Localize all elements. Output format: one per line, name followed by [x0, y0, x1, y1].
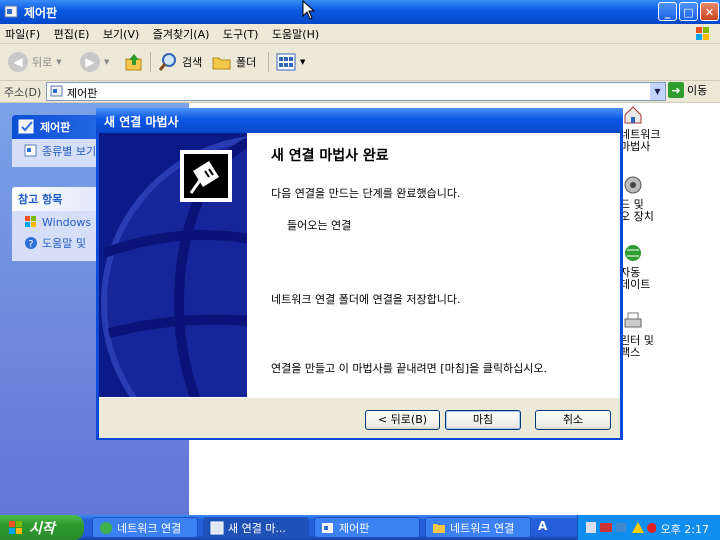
- address-value: 제어판: [67, 87, 98, 100]
- taskbar-item-control-panel[interactable]: 제어판: [314, 517, 420, 538]
- window-titlebar[interactable]: 제어판 _ □ ✕: [0, 0, 720, 24]
- system-tray: 오후 2:17: [577, 515, 720, 540]
- menu-tools[interactable]: 도구(T): [218, 24, 264, 44]
- taskbar-item-new-connection-wizard[interactable]: 새 연결 마...: [203, 517, 309, 538]
- forward-button[interactable]: ▶ ▼: [80, 50, 109, 74]
- dialog-title: 새 연결 마법사: [104, 115, 179, 129]
- wizard-heading: 새 연결 마법사 완료: [271, 148, 389, 164]
- automatic-updates-item[interactable]: 자동 데이트: [620, 242, 650, 291]
- minimize-button[interactable]: _: [658, 2, 677, 21]
- address-label: 주소(D): [4, 86, 42, 99]
- help-icon: ?: [25, 237, 37, 250]
- clock: 오후 2:17: [660, 523, 709, 536]
- language-indicator[interactable]: A: [538, 519, 547, 533]
- windows-update-icon: [25, 216, 36, 227]
- up-folder-icon: [125, 54, 142, 71]
- connection-type-text: 들어오는 연결: [287, 219, 352, 232]
- tray-icons: [586, 522, 656, 533]
- maximize-button[interactable]: □: [679, 2, 698, 21]
- dialog-button-row: < 뒤로(B) 마침 취소: [99, 397, 620, 438]
- taskbar: 시작 네트워크 연결 새 연결 마... 제어판 네트워크 연결 A 오후 2:…: [0, 515, 720, 540]
- dialog-titlebar[interactable]: 새 연결 마법사: [96, 108, 623, 133]
- up-folder-button[interactable]: [124, 50, 144, 74]
- search-icon: [158, 53, 176, 71]
- network-setup-wizard-item[interactable]: 네트워크 마법사: [620, 104, 660, 153]
- toolbar-separator: [150, 52, 151, 72]
- go-arrow-icon: ➜: [668, 82, 684, 98]
- save-location-text: 네트워크 연결 폴더에 연결을 저장합니다.: [271, 293, 461, 306]
- windows-logo-icon: [9, 520, 22, 534]
- views-button[interactable]: ▼: [276, 50, 305, 74]
- control-panel-icon: [322, 522, 333, 533]
- menu-help[interactable]: 도움말(H): [267, 24, 324, 44]
- finish-button[interactable]: 마침: [445, 410, 521, 430]
- svg-text:?: ?: [28, 239, 33, 250]
- mouse-cursor-icon: [302, 0, 316, 20]
- printer-icon: [624, 312, 642, 328]
- taskbar-item-network-connections-2[interactable]: 네트워크 연결: [425, 517, 531, 538]
- control-panel-icon: [18, 119, 34, 134]
- new-connection-wizard-dialog: 새 연결 마법사 새 연결 마법사 완료 다음 연결을 만드는 단계를 완료했습…: [96, 108, 623, 440]
- cancel-button[interactable]: 취소: [535, 410, 611, 430]
- completion-text: 다음 연결을 만드는 단계를 완료했습니다.: [271, 187, 461, 200]
- sounds-and-audio-item[interactable]: 드 및 오 장치: [620, 174, 654, 223]
- search-button[interactable]: 검색: [158, 50, 202, 74]
- window-title: 제어판: [24, 6, 58, 20]
- start-button[interactable]: 시작: [0, 515, 84, 540]
- back-button[interactable]: < 뒤로(B): [365, 410, 440, 430]
- control-panel-icon: [4, 5, 18, 18]
- globe-update-icon: [625, 245, 641, 261]
- views-icon: [276, 53, 296, 71]
- close-button[interactable]: ✕: [700, 2, 719, 21]
- back-button[interactable]: ◀ 뒤로 ▼: [8, 50, 62, 74]
- ime-icon: [586, 522, 596, 533]
- wizard-content: 새 연결 마법사 완료 다음 연결을 만드는 단계를 완료했습니다. 들어오는 …: [247, 133, 620, 397]
- folder-icon: [433, 523, 445, 533]
- house-network-icon: [624, 106, 642, 124]
- category-view-icon: [24, 144, 37, 157]
- toolbar-separator: [268, 52, 269, 72]
- menu-bar: 파일(F) 편집(E) 보기(V) 즐겨찾기(A) 도구(T) 도움말(H): [0, 24, 720, 44]
- address-bar: 주소(D) 제어판 ▼ ➜ 이동: [0, 81, 720, 103]
- network-icon: [100, 521, 112, 534]
- speaker-icon: [624, 176, 642, 194]
- finish-instruction-text: 연결을 만들고 이 마법사를 끝내려면 [마침]을 클릭하십시오.: [271, 362, 547, 375]
- go-button[interactable]: ➜ 이동: [668, 82, 707, 98]
- menu-file[interactable]: 파일(F): [0, 24, 45, 44]
- folders-button[interactable]: 폴더: [212, 50, 256, 74]
- control-panel-icon: [50, 85, 63, 97]
- back-arrow-icon: ◀: [8, 52, 28, 72]
- wizard-icon: [210, 521, 224, 534]
- address-input[interactable]: 제어판 ▼: [46, 82, 666, 101]
- windows-logo-icon: [696, 27, 709, 40]
- network-plug-icon: [180, 150, 232, 202]
- wizard-banner: [99, 133, 247, 397]
- menu-edit[interactable]: 편집(E): [49, 24, 95, 44]
- forward-arrow-icon: ▶: [80, 52, 100, 72]
- menu-view[interactable]: 보기(V): [98, 24, 144, 44]
- printers-and-faxes-item[interactable]: 린터 및 팩스: [620, 310, 654, 359]
- address-dropdown-button[interactable]: ▼: [650, 83, 665, 100]
- menu-favorites[interactable]: 즐겨찾기(A): [148, 24, 215, 44]
- toolbar: ◀ 뒤로 ▼ ▶ ▼ 검색 폴더 ▼: [0, 44, 720, 81]
- taskbar-item-network-connections[interactable]: 네트워크 연결: [92, 517, 198, 538]
- folders-icon: [212, 57, 231, 70]
